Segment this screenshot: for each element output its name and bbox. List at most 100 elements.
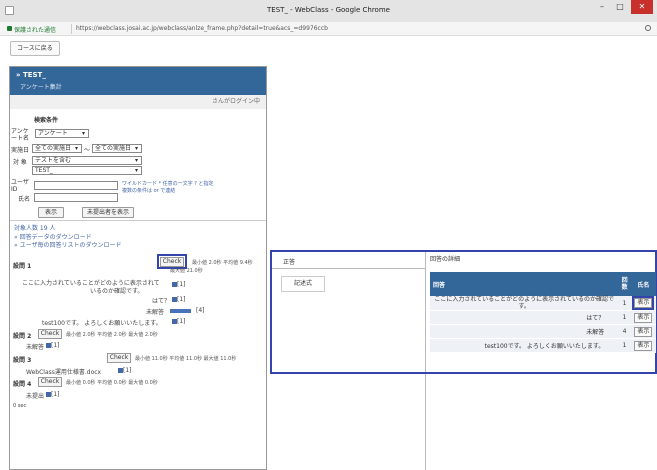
minimize-button[interactable]: – [593,0,611,14]
date-label: 実施日 [11,147,30,154]
show-names-button[interactable]: 表示 [634,340,653,351]
window-titlebar: TEST_ - WebClass - Google Chrome – □ ✕ [0,0,657,22]
show-button[interactable]: 表示 [38,207,64,218]
q4-count: [1] [44,391,60,398]
survey-select-value: アンケート [38,130,68,137]
maximize-button[interactable]: □ [611,0,629,14]
question-4-check-button[interactable]: Check [38,377,62,387]
chevron-down-icon: ▾ [134,167,138,174]
q1-answer-4: test100です。 よろしくお願いいたします。 [42,320,162,327]
name-cell: 表示 [630,324,656,339]
q3-file-link[interactable]: WebClass運用仕様書.docx [26,367,101,376]
download-user-list-link[interactable]: » ユーザ毎の回答リストのダウンロード [14,240,121,249]
question-1-label: 設問 1 [13,263,32,270]
table-row: 未解答 4 表示 [430,324,656,339]
count-cell: 1 [618,296,631,311]
q1-answer-4-count: [1] [170,318,186,325]
show-unsubmitted-button[interactable]: 未提出者を表示 [82,207,134,218]
chevron-down-icon: ▾ [74,145,78,152]
date-to-value: 全ての実施日 [95,145,132,152]
close-button[interactable]: ✕ [631,0,653,14]
target-select-value: テストを含む [35,157,72,164]
wildcard-hint: ワイルドカード * 任意の一文字 ? と指定 [122,181,214,187]
name-cell: 表示 [630,338,656,353]
question-4-stats: 最小値 0.0秒 平均値 0.0秒 最大値 0.0秒 [66,380,158,386]
date-from-value: 全ての実施日 [35,145,72,152]
back-to-course-button[interactable]: コースに戻る [10,41,60,56]
target-label: 対 象 [13,159,27,166]
course-title[interactable]: » TEST_ [16,71,46,79]
show-names-button[interactable]: 表示 [634,312,653,323]
target-sub-value: TEST_ [35,167,53,174]
url-text[interactable]: https://webclass.josai.ac.jp/webclass/an… [76,25,328,32]
chevron-down-icon: ▾ [81,130,85,137]
answer-cell: 未解答 [430,324,619,339]
question-3-check-button[interactable]: Check [107,353,131,363]
target-count: 対象人数 19 人 [14,225,56,232]
answer-detail-label: 回答の詳細 [430,256,461,263]
search-icon[interactable] [645,25,651,31]
survey-name-label: アンケート名 [11,128,30,142]
question-2-check-button[interactable]: Check [38,329,62,339]
search-heading: 検索条件 [34,117,59,124]
col-count: 回数 [618,272,631,296]
table-row: test100です。 よろしくお願いいたします。 1 表示 [430,338,656,353]
count-cell: 1 [618,338,631,353]
chevron-down-icon: ▾ [134,145,138,152]
course-header: » TEST_ アンケート集計 [10,67,266,95]
correct-answer-value: 記述式 [281,276,325,292]
correct-answer-label: 正答 [283,259,296,266]
window-title: TEST_ - WebClass - Google Chrome [267,6,390,14]
target-sub-select[interactable]: TEST_ ▾ [32,166,142,175]
address-bar[interactable]: 保護された通信 https://webclass.josai.ac.jp/web… [0,22,657,36]
search-divider [10,220,266,221]
q3-count: [1] [116,367,132,374]
name-cell: 表示 [630,310,656,325]
left-pane: » TEST_ アンケート集計 さんがログイン中 検索条件 アンケート名 アンケ… [9,66,267,470]
user-id-input[interactable] [34,181,118,190]
show-names-button[interactable]: 表示 [632,296,655,310]
login-status: さんがログイン中 [10,95,266,109]
q1-answer-3: 未解答 [146,309,165,316]
col-answer: 回答 [430,272,619,296]
count-cell: 1 [618,310,631,325]
or-hint: 複数の条件は or で連結 [122,188,176,194]
answer-cell: はて？ [430,310,619,325]
question-3-label: 設問 3 [13,357,32,364]
question-2-stats: 最小値 2.0秒 平均値 2.0秒 最大値 2.0秒 [66,332,158,338]
answer-cell: ここに入力されていることがどのように表示されているのか確認です。 [430,296,619,311]
name-input[interactable] [34,193,118,202]
count-cell: 4 [618,324,631,339]
survey-select[interactable]: アンケート ▾ [35,129,89,138]
answer-detail-table: 回答 回数 氏名 ここに入力されていることがどのように表示されているのか確認です… [430,272,656,353]
user-id-label: ユーザID [11,179,29,193]
col-name: 氏名 [630,272,656,296]
table-row: ここに入力されていることがどのように表示されているのか確認です。 1 表示 [430,296,656,311]
chevron-down-icon: ▾ [134,157,138,164]
name-label: 氏名 [18,196,31,203]
address-separator [71,24,72,34]
q1-answer-1-count: [1] [170,281,186,288]
secure-label: 保護された通信 [14,27,57,34]
q1-answer-2-count: [1] [170,296,186,303]
question-1-stats-max: 最大値 21.0秒 [170,268,203,274]
date-to-select[interactable]: 全ての実施日 ▾ [92,144,142,153]
answer-cell: test100です。 よろしくお願いいたします。 [430,338,619,353]
q2-unanswered: 未解答 [26,344,45,351]
q1-answer-3-count: [4] [196,307,205,314]
q1-answer-3-bar [170,309,191,313]
page-subtitle: アンケート集計 [20,84,62,91]
target-select[interactable]: テストを含む ▾ [32,156,142,165]
q2-count: [1] [44,342,60,349]
date-from-select[interactable]: 全ての実施日 ▾ [32,144,82,153]
date-separator: ～ [84,147,91,154]
question-3-stats: 最小値 11.0秒 平均値 11.0秒 最大値 11.0秒 [135,356,237,362]
lock-icon [7,26,12,31]
table-row: はて？ 1 表示 [430,310,656,325]
question-4-label: 設問 4 [13,381,32,388]
question-1-stats: 最小値 2.0秒 平均値 9.4秒 [192,260,253,266]
name-cell: 表示 [630,296,656,311]
show-names-button[interactable]: 表示 [634,326,653,337]
q1-answer-2: はて？ [152,298,171,305]
elapsed-footer: 0 sec [13,403,27,409]
